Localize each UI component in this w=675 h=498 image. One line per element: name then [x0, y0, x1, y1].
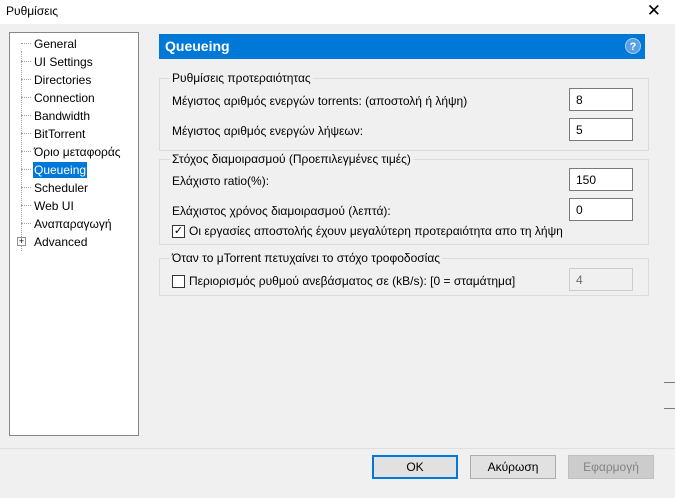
- seeding-goal-group: Στόχος διαμοιρασμού (Προεπιλεγμένες τιμέ…: [159, 152, 649, 245]
- tree-item-label: Advanced: [34, 235, 88, 249]
- min-seed-time-label: Ελάχιστος χρόνος διαμοιρασμού (λεπτά):: [172, 204, 391, 218]
- group-title: Ρυθμίσεις προτεραιότητας: [170, 71, 313, 85]
- close-icon[interactable]: ✕: [647, 1, 661, 21]
- expand-icon[interactable]: +: [17, 237, 26, 246]
- tree-item-label: Queueing: [33, 162, 88, 178]
- min-seed-time-input[interactable]: 0: [569, 198, 633, 221]
- tree-item-label: UI Settings: [34, 55, 93, 69]
- apply-button[interactable]: Εφαρμογή: [568, 455, 654, 479]
- ok-button[interactable]: OK: [372, 455, 458, 479]
- seed-priority-label: Οι εργασίες αποστολής έχουν μεγαλύτερη π…: [189, 224, 563, 238]
- group-title: Όταν το μTorrent πετυχαίνει το στόχο τρο…: [170, 251, 443, 265]
- title-bar: Ρυθμίσεις ✕: [0, 0, 675, 24]
- min-ratio-label: Ελάχιστο ratio(%):: [172, 174, 270, 188]
- max-active-label: Μέγιστος αριθμός ενεργών torrents: (αποσ…: [172, 94, 468, 108]
- seed-priority-checkbox[interactable]: ✓: [172, 225, 185, 238]
- max-downloads-label: Μέγιστος αριθμός ενεργών λήψεων:: [172, 124, 364, 138]
- cancel-button[interactable]: Ακύρωση: [470, 455, 556, 479]
- section-header: Queueing ?: [159, 34, 645, 59]
- priority-group: Ρυθμίσεις προτεραιότητας Μέγιστος αριθμό…: [159, 71, 649, 151]
- tree-item-label: Scheduler: [34, 181, 89, 195]
- max-active-input[interactable]: 8: [569, 88, 633, 111]
- tree-item-label: Όριο μεταφοράς: [34, 145, 121, 159]
- settings-tree[interactable]: General UI Settings Directories Connecti…: [9, 32, 139, 436]
- upload-limit-input[interactable]: 4: [569, 268, 633, 291]
- tree-item-label: Connection: [34, 91, 95, 105]
- seed-goal-reached-group: Όταν το μTorrent πετυχαίνει το στόχο τρο…: [159, 251, 649, 296]
- min-ratio-input[interactable]: 150: [569, 168, 633, 191]
- help-icon[interactable]: ?: [625, 38, 641, 54]
- tree-item-label: BitTorrent: [34, 127, 86, 141]
- section-title: Queueing: [165, 38, 230, 54]
- tree-item-label: Αναπαραγωγή: [34, 217, 112, 231]
- max-downloads-input[interactable]: 5: [569, 118, 633, 141]
- tree-item-label: Directories: [34, 73, 92, 87]
- upload-limit-checkbox[interactable]: [172, 275, 185, 288]
- tree-item-label: General: [34, 37, 77, 51]
- button-bar-separator: [0, 448, 675, 449]
- group-title: Στόχος διαμοιρασμού (Προεπιλεγμένες τιμέ…: [170, 152, 413, 166]
- upload-limit-label: Περιορισμός ρυθμού ανεβάσματος σε (kB/s)…: [189, 274, 516, 288]
- window-edge-decoration: [664, 382, 675, 409]
- tree-item-label: Web UI: [34, 199, 74, 213]
- window-title: Ρυθμίσεις: [6, 4, 59, 18]
- tree-item-label: Bandwidth: [34, 109, 91, 123]
